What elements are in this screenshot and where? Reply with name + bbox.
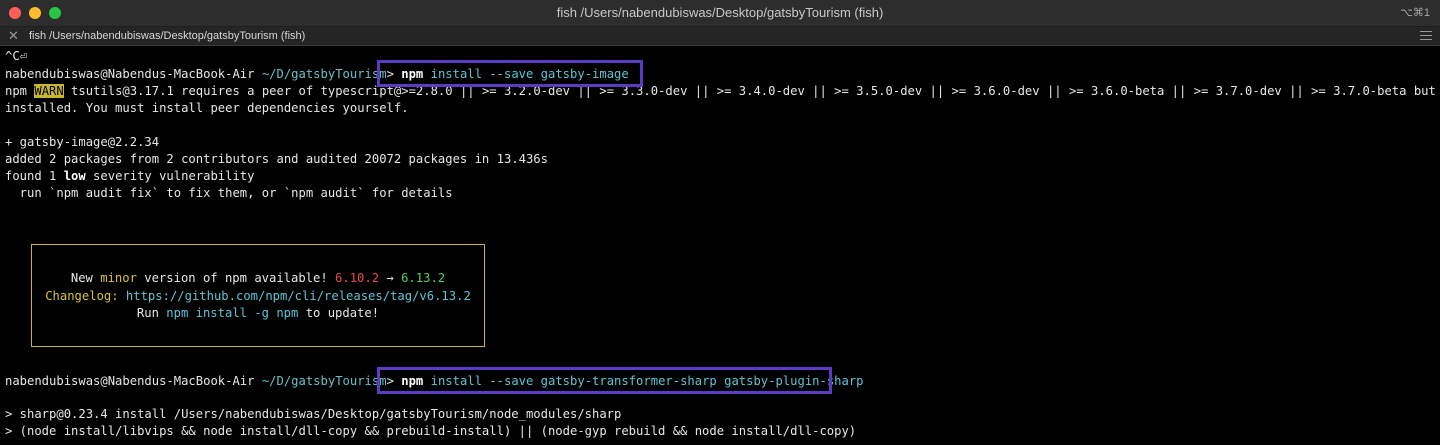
prompt-path: ~/D/gatsbyTourism <box>254 374 387 388</box>
prompt-user: nabendubiswas@Nabendus-MacBook-Air <box>5 374 255 388</box>
notice-run-command: npm install -g npm <box>166 306 299 320</box>
window-title: fish /Users/nabendubiswas/Desktop/gatsby… <box>556 5 884 20</box>
title-bar: fish /Users/nabendubiswas/Desktop/gatsby… <box>0 0 1440 27</box>
notice-minor: minor <box>100 271 137 285</box>
added-summary-line: added 2 packages from 2 contributors and… <box>5 152 548 166</box>
notice-version-line: New minor version of npm available! 6.10… <box>31 270 485 287</box>
highlight-box-command-2 <box>377 367 832 394</box>
tab-bar: ✕ fish /Users/nabendubiswas/Desktop/gats… <box>0 27 1440 46</box>
notice-run-prefix: Run <box>136 306 167 320</box>
sharp-script-line: > (node install/libvips && node install/… <box>5 424 857 438</box>
terminal-output[interactable]: ^C⏎ nabendubiswas@Nabendus-MacBook-Air ~… <box>0 46 1440 445</box>
notice-arrow: → <box>379 271 402 285</box>
audit-hint-line: run `npm audit fix` to fix them, or `npm… <box>5 186 453 200</box>
warn-badge: WARN <box>34 84 64 98</box>
prompt-user: nabendubiswas@Nabendus-MacBook-Air <box>5 67 255 81</box>
close-tab-icon[interactable]: ✕ <box>8 28 19 44</box>
sharp-install-line: > sharp@0.23.4 install /Users/nabendubis… <box>5 407 622 421</box>
found-suffix: severity vulnerability <box>85 169 255 183</box>
notice-available: version of npm available! <box>136 271 336 285</box>
changelog-link[interactable]: https://github.com/npm/cli/releases/tag/… <box>126 289 471 303</box>
tab-overview-menu-icon[interactable] <box>1420 31 1432 43</box>
highlight-box-command-1 <box>377 60 643 87</box>
notice-changelog-line: Changelog: https://github.com/npm/cli/re… <box>31 288 485 305</box>
prompt-path: ~/D/gatsbyTourism <box>254 67 387 81</box>
interrupt-line: ^C⏎ <box>5 49 28 63</box>
warn-text: tsutils@3.17.1 requires a peer of typesc… <box>63 84 1440 98</box>
notice-old-version: 6.10.2 <box>335 271 380 285</box>
warn-prefix: npm <box>5 84 35 98</box>
changelog-label: Changelog: <box>45 289 126 303</box>
window-shortcut-label: ⌥⌘1 <box>1400 7 1430 19</box>
found-prefix: found 1 <box>5 169 64 183</box>
notice-new: New <box>70 271 101 285</box>
notice-new-version: 6.13.2 <box>401 271 446 285</box>
severity-low: low <box>63 169 86 183</box>
tab-fish-session[interactable]: fish /Users/nabendubiswas/Desktop/gatsby… <box>29 29 305 44</box>
vulnerability-line: found 1 low severity vulnerability <box>5 168 254 185</box>
notice-run-suffix: to update! <box>298 306 380 320</box>
notice-run-line: Run npm install -g npm to update! <box>31 305 485 322</box>
npm-warn-line: npm WARN tsutils@3.17.1 requires a peer … <box>5 83 1440 100</box>
added-package-line: + gatsby-image@2.2.34 <box>5 135 160 149</box>
terminal-window: fish /Users/nabendubiswas/Desktop/gatsby… <box>0 0 1440 445</box>
npm-warn-line-2: installed. You must install peer depende… <box>5 101 409 115</box>
